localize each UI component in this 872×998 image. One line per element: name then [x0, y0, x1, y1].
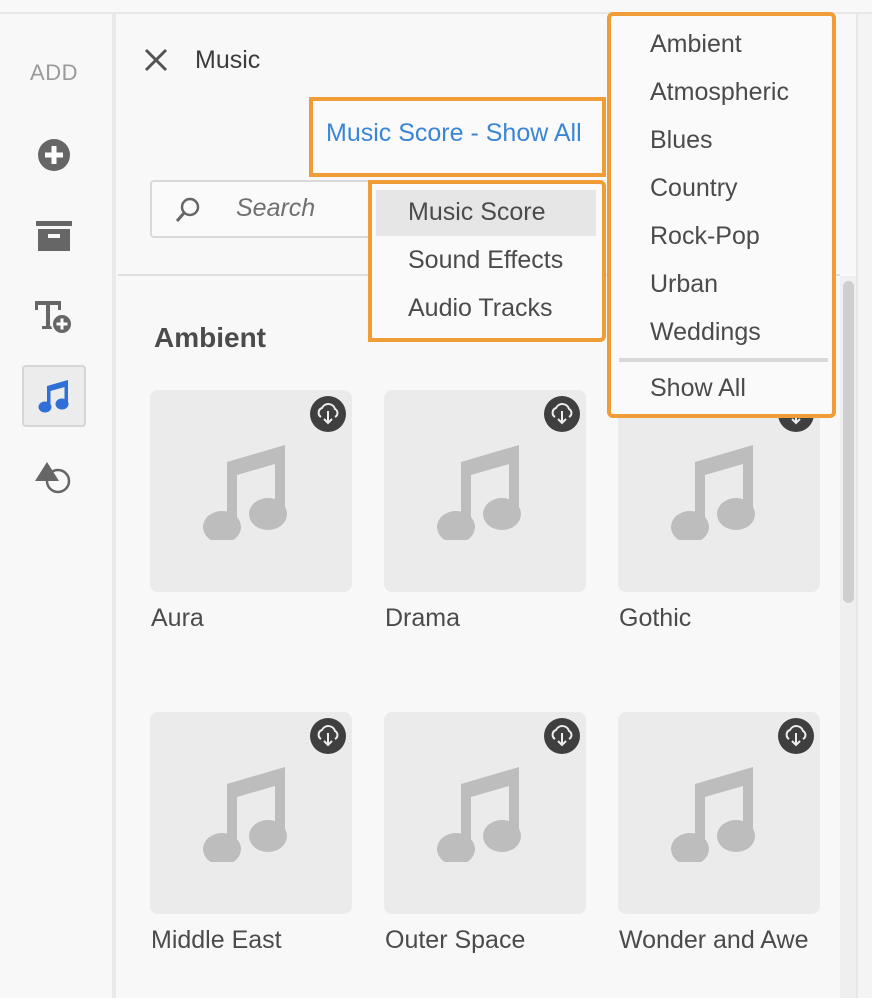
search-placeholder: Search [236, 194, 316, 222]
close-icon [144, 48, 168, 72]
music-note-icon [203, 767, 287, 862]
sidebar-item-add-media[interactable] [22, 124, 86, 186]
archive-box-icon [36, 221, 72, 251]
sidebar-item-add-container[interactable] [22, 205, 86, 267]
track-tile[interactable] [618, 390, 820, 592]
track-tile[interactable] [384, 712, 586, 914]
track-title: Drama [385, 604, 461, 632]
search-icon [175, 197, 200, 222]
track-title: Middle East [151, 926, 282, 954]
category-item-weddings[interactable]: Weddings [611, 312, 832, 356]
section-title: Ambient [154, 322, 266, 353]
filter-link[interactable]: Music Score - Show All [309, 97, 606, 177]
track-tile[interactable] [384, 390, 586, 592]
music-note-icon [671, 445, 755, 540]
shapes-icon [35, 462, 71, 494]
track-title: Outer Space [385, 926, 526, 954]
track-title: Aura [151, 604, 204, 632]
menu-item-audio-tracks[interactable]: Audio Tracks [376, 286, 596, 332]
category-item-atmospheric[interactable]: Atmospheric [611, 72, 832, 116]
music-note-icon [203, 445, 287, 540]
filter-link-label: Music Score - Show All [326, 119, 582, 147]
close-button[interactable] [142, 46, 170, 74]
panel-title: Music [195, 46, 261, 74]
menu-divider [619, 358, 828, 362]
cloud-download-icon[interactable] [778, 718, 814, 754]
category-item-show-all[interactable]: Show All [611, 368, 832, 412]
track-tile[interactable] [150, 390, 352, 592]
sidebar-item-add-shapes[interactable] [22, 446, 86, 508]
music-note-icon [38, 380, 69, 413]
cloud-download-icon[interactable] [310, 718, 346, 754]
music-note-icon [437, 445, 521, 540]
menu-item-sound-effects[interactable]: Sound Effects [376, 238, 596, 284]
plus-circle-icon [38, 139, 70, 171]
category-item-ambient[interactable]: Ambient [611, 24, 832, 68]
text-add-icon [35, 301, 73, 335]
category-item-rock-pop[interactable]: Rock-Pop [611, 216, 832, 260]
track-title: Wonder and Awe [619, 926, 809, 954]
category-item-urban[interactable]: Urban [611, 264, 832, 308]
type-dropdown-menu: Music Score Sound Effects Audio Tracks [368, 180, 606, 342]
sidebar-item-add-text[interactable] [22, 286, 86, 348]
sidebar-heading: ADD [30, 60, 78, 85]
track-tile[interactable] [150, 712, 352, 914]
category-dropdown-menu: Ambient Atmospheric Blues Country Rock-P… [607, 12, 836, 418]
track-tile[interactable] [618, 712, 820, 914]
track-title: Gothic [619, 604, 692, 632]
music-note-icon [437, 767, 521, 862]
right-edge [856, 14, 872, 998]
menu-item-music-score[interactable]: Music Score [376, 190, 596, 236]
cloud-download-icon[interactable] [310, 396, 346, 432]
category-item-country[interactable]: Country [611, 168, 832, 212]
cloud-download-icon[interactable] [544, 396, 580, 432]
category-item-blues[interactable]: Blues [611, 120, 832, 164]
music-note-icon [671, 767, 755, 862]
cloud-download-icon[interactable] [544, 718, 580, 754]
sidebar-item-add-music[interactable] [22, 365, 86, 427]
scrollbar-thumb[interactable] [843, 281, 854, 603]
